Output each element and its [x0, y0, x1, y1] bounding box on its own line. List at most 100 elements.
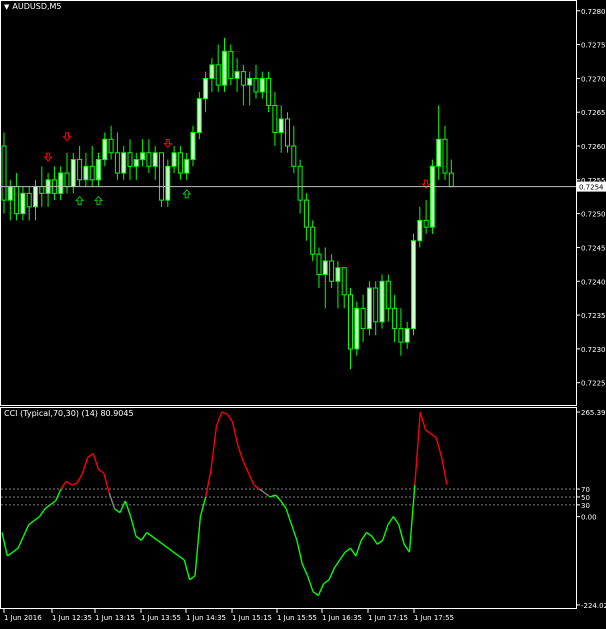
candle-bull [133, 159, 139, 167]
cci-line-segment [392, 516, 400, 525]
cci-line-segment [38, 508, 46, 518]
cci-line-segment [178, 555, 185, 561]
price-axis-label: 0.7280 [581, 8, 606, 16]
candle-bear [240, 71, 246, 86]
candle-bull [335, 267, 341, 282]
candle-bear [14, 186, 20, 215]
candle-bear [329, 260, 335, 282]
time-axis-label: 1 Jun 14:35 [186, 614, 226, 622]
candle-bear [77, 159, 83, 181]
candle-bull [70, 159, 76, 188]
time-axis-label: 1 Jun 16:35 [322, 614, 362, 622]
candle-bull [7, 186, 13, 201]
cci-line-segment [253, 484, 260, 490]
cci-line-segment [124, 500, 132, 517]
candle-bear [253, 77, 259, 93]
cci-line-segment [140, 532, 148, 541]
candle-bear [266, 77, 272, 106]
candle-bull [102, 138, 108, 161]
time-axis-label: 1 Jun 12:35 [52, 614, 92, 622]
candle-bear [146, 152, 152, 167]
cci-axis-label: 0.00 [581, 514, 597, 522]
cci-line-segment [366, 531, 373, 537]
candle-bear [392, 307, 398, 330]
cci-line-segment [81, 457, 89, 474]
cci-line-segment [151, 535, 158, 541]
cci-line-segment [328, 567, 336, 581]
cci-line-segment [419, 411, 427, 431]
cci-line-segment [205, 469, 212, 498]
arrow-down-outline-icon [163, 139, 173, 149]
cci-line-segment [339, 551, 346, 561]
dropdown-triangle-icon[interactable]: ▼ [4, 3, 9, 11]
cci-line-segment [12, 547, 19, 553]
candle-bull [222, 50, 227, 86]
time-axis-label: 1 Jun 17:15 [368, 614, 408, 622]
price-axis-label: 0.7260 [581, 143, 606, 151]
symbol-text: AUDUSD,M5 [12, 2, 62, 11]
candle-bear [291, 145, 297, 167]
candle-bear [89, 165, 95, 181]
cci-line-segment [274, 494, 282, 502]
cci-axis: 265.3926 705030 0.00 -224.0247 [576, 409, 606, 610]
price-axis-label: 0.7250 [581, 211, 606, 219]
arrow-up-outline-icon [182, 189, 192, 199]
candle-bear [385, 280, 391, 309]
candle-bull [140, 152, 146, 161]
candle-bull [209, 64, 215, 79]
cci-line-segment [108, 492, 116, 509]
cci-line-segment [199, 496, 207, 517]
price-pane-border [0, 0, 577, 406]
candle-bear [39, 186, 45, 194]
cci-line-segment [344, 547, 351, 553]
arrow-up-outline-icon [74, 195, 85, 206]
time-axis-label: 1 Jun 2016 [4, 614, 42, 622]
candle-bear [114, 152, 120, 174]
chart-canvas[interactable]: 0.72800.72750.72700.72650.72600.72550.72… [0, 0, 606, 625]
cci-line-segment [1, 532, 9, 557]
cci-line-segment [76, 472, 84, 484]
candle-bear [297, 165, 303, 201]
chart-window[interactable]: 0.7280 0.7275 0.7270 0.7265 0.7260 0.7255 0.72… [0, 0, 606, 625]
price-axis-label: 0.7235 [581, 312, 606, 320]
cci-line-segment [114, 508, 121, 514]
cci-line-segment [231, 421, 239, 446]
candle-bear [442, 138, 448, 174]
symbol-label[interactable]: ▼ AUDUSD,M5 [4, 2, 62, 11]
cci-axis-label: 50 [581, 494, 590, 502]
candle-bull [322, 260, 328, 276]
cci-line-segment [221, 411, 228, 415]
candle-bear [26, 192, 32, 208]
price-axis: 0.72800.72750.72700.72650.72600.72550.72… [576, 8, 606, 388]
candle-bull [96, 159, 101, 181]
cci-line-segment [146, 531, 153, 537]
cci-line-segment [65, 480, 73, 486]
cci-line-segment [408, 485, 416, 553]
candle-bear [373, 287, 379, 323]
candle-bear [310, 226, 316, 255]
candle-bull [234, 71, 240, 79]
candle-bear [341, 267, 347, 296]
cci-line-segment [290, 524, 298, 541]
cci-line-segment [296, 540, 303, 565]
time-axis-label: 1 Jun 13:15 [95, 614, 135, 622]
cci-line-segment [242, 461, 250, 474]
candle-bull [152, 152, 158, 167]
candles-layer [1, 37, 454, 370]
cci-line-segment [264, 492, 271, 498]
cci-line-segment [54, 488, 62, 502]
cci-line-segment [210, 425, 218, 470]
cci-axis-label: -224.0247 [581, 602, 606, 610]
cci-line-segment [167, 547, 174, 553]
candle-bear [316, 253, 322, 276]
cci-line-segment [323, 579, 330, 585]
cci-line-segment [381, 524, 389, 541]
candle-bull [190, 131, 196, 161]
time-axis: 1 Jun 2016 1 Jun 12:35 1 Jun 13:15 1 Jun 13… [3, 609, 454, 622]
cci-line-segment [22, 524, 30, 537]
indicator-label[interactable]: CCI (Typical,70,30) (14) 80.9045 [4, 409, 134, 418]
cci-line-segment [44, 504, 51, 510]
cci-line-segment [215, 411, 223, 427]
candle-bull [379, 280, 385, 323]
candle-bull [184, 159, 190, 174]
